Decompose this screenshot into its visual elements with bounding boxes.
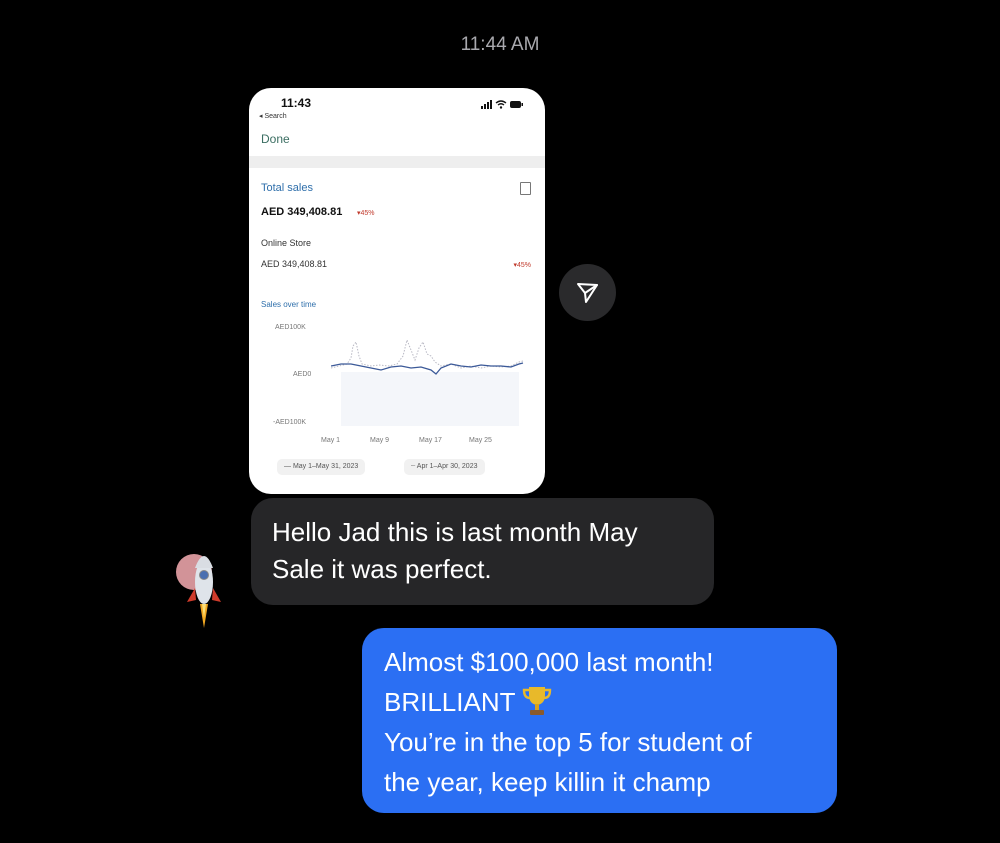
message-text-line: Almost $100,000 last month!	[384, 647, 714, 677]
message-text-line-with-emoji: BRILLIANT	[384, 682, 815, 722]
share-button[interactable]	[559, 264, 616, 321]
divider	[249, 156, 545, 168]
online-store-label: Online Store	[261, 238, 312, 248]
x-tick-label: May 9	[370, 437, 390, 444]
phone-status-bar: 11:43 ◂ Search	[249, 94, 545, 120]
spreadsheet-icon	[520, 182, 531, 195]
message-text-line: Sale it was perfect.	[272, 554, 492, 584]
shared-screenshot[interactable]: 11:43 ◂ Search Done Total sales AED 349,…	[249, 88, 545, 494]
total-sales-change: ▾45%	[357, 210, 375, 217]
rocket-icon[interactable]	[174, 548, 230, 630]
signal-wifi-battery-icon	[481, 100, 523, 109]
y-tick-label: AED100K	[275, 324, 306, 331]
message-text-line: Hello Jad this is last month May	[272, 517, 638, 547]
online-store-change: ▾45%	[513, 262, 531, 269]
message-timestamp: 11:44 AM	[460, 34, 540, 55]
online-store-value: AED 349,408.81	[261, 259, 328, 269]
message-text-line: the year, keep killin it champ	[384, 767, 711, 797]
paper-plane-icon	[577, 283, 598, 303]
back-to-search-link: ◂ Search	[259, 113, 287, 120]
y-tick-label: -AED100K	[273, 419, 307, 426]
message-text: BRILLIANT	[384, 687, 516, 717]
status-time: 11:43	[281, 96, 312, 110]
sales-line-chart	[331, 338, 524, 426]
trophy-icon	[522, 687, 551, 715]
previous-period-line	[331, 338, 524, 369]
outgoing-message-bubble[interactable]: Almost $100,000 last month! BRILLIANT Yo…	[362, 628, 837, 813]
x-tick-label: May 25	[469, 437, 492, 444]
total-sales-value: AED 349,408.81	[261, 206, 343, 218]
done-toolbar: Done	[249, 122, 545, 157]
legend-current-label: May 1–May 31, 2023	[292, 463, 359, 470]
x-tick-label: May 17	[419, 437, 442, 444]
x-tick-label: May 1	[321, 437, 341, 444]
done-button: Done	[261, 132, 290, 146]
message-text-line: You’re in the top 5 for student of	[384, 727, 752, 757]
status-icons	[481, 99, 523, 111]
legend-previous-period: ┈ Apr 1–Apr 30, 2023	[404, 459, 485, 475]
legend-previous-label: Apr 1–Apr 30, 2023	[416, 463, 478, 470]
chart-area-fill	[341, 372, 519, 426]
sales-over-time-title: Sales over time	[261, 300, 317, 309]
legend-current-period: — May 1–May 31, 2023	[277, 459, 366, 475]
incoming-message-bubble[interactable]: Hello Jad this is last month May Sale it…	[251, 498, 714, 605]
y-tick-label: AED0	[293, 371, 312, 378]
total-sales-title: Total sales	[261, 182, 313, 194]
